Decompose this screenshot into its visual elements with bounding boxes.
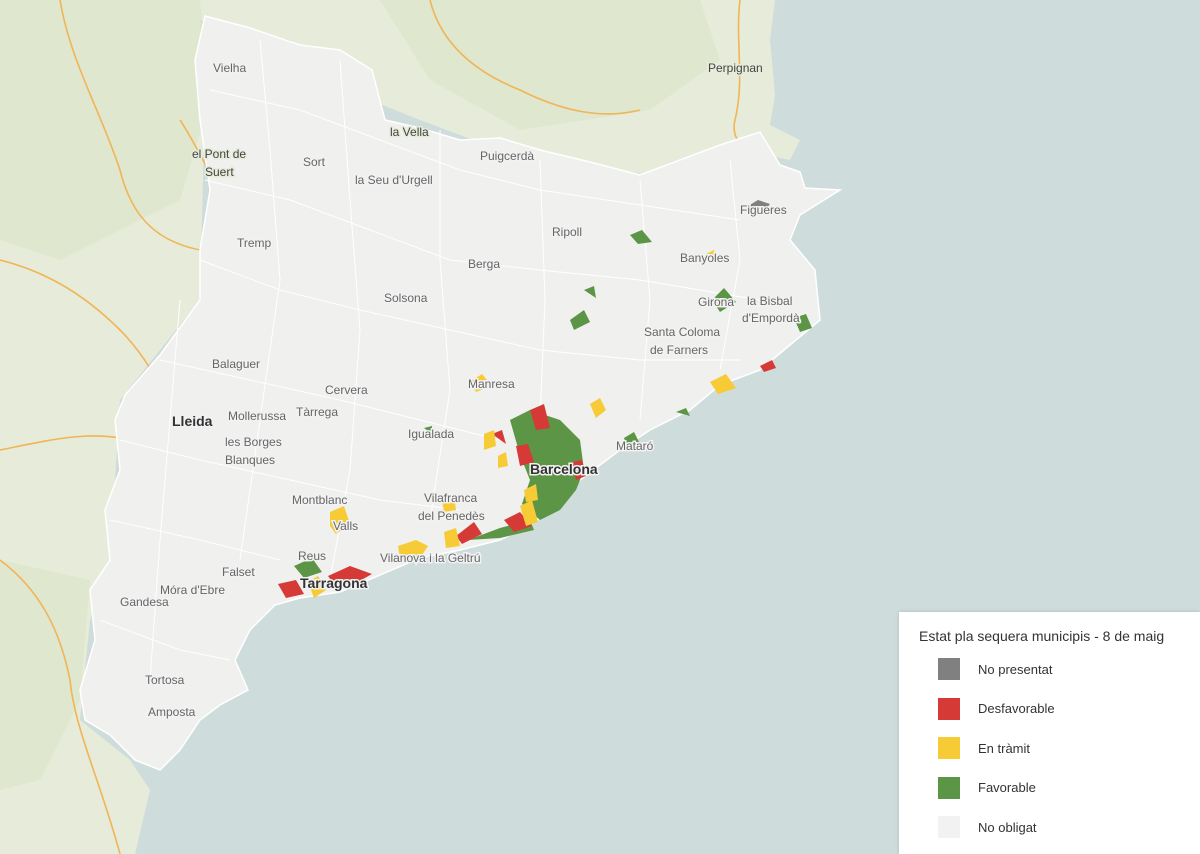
place-label: Reus [298,549,326,563]
legend-swatch [938,697,960,720]
place-label: Manresa [468,377,515,391]
place-label: Valls [333,519,358,533]
legend-item-no-obligat: No obligat [919,816,1180,838]
place-label: Vilafranca [424,491,477,505]
place-label: Gandesa [120,595,169,609]
place-label: Suert [205,165,234,179]
place-label: Barcelona [530,461,598,477]
legend-swatch [938,776,960,799]
place-label: Perpignan [708,61,763,75]
place-label: Tàrrega [296,405,338,419]
legend-label: No obligat [978,819,1037,835]
place-label: Girona [698,295,734,309]
place-label: Balaguer [212,357,260,371]
legend-label: No presentat [978,661,1053,677]
place-label: del Penedès [418,509,485,523]
place-label: Vilanova i la Geltrú [380,551,481,565]
place-label: Banyoles [680,251,729,265]
legend-swatch [938,816,960,838]
place-label: Montblanc [292,493,347,507]
place-label: Sort [303,155,326,169]
legend-swatch [938,737,960,759]
place-label: Ripoll [552,225,582,239]
map-legend: Estat pla sequera municipis - 8 de maig … [899,612,1200,854]
place-label: la Vella [390,125,429,139]
place-label: Amposta [148,705,196,719]
legend-title: Estat pla sequera municipis - 8 de maig [919,628,1165,644]
place-label: Mollerussa [228,409,286,423]
place-label: Móra d'Ebre [160,583,225,597]
legend-label: Desfavorable [978,701,1055,716]
place-label: de Farners [650,343,708,357]
place-label: Igualada [408,427,454,441]
legend-item-favorable: Favorable [919,776,1180,799]
place-label: Cervera [325,383,368,397]
place-label: Berga [468,257,500,271]
place-label: el Pont de [192,147,246,161]
place-label: les Borges [225,435,282,449]
place-label: Mataró [616,439,654,453]
legend-swatch [938,658,960,680]
legend-label: Favorable [978,780,1036,795]
place-label: Lleida [172,413,213,429]
place-label: la Bisbal [747,294,792,308]
place-label: Tarragona [300,575,368,591]
place-label: d'Empordà [742,311,800,325]
place-label: Blanques [225,453,275,467]
legend-item-no-presentat: No presentat [919,658,1180,680]
place-label: Falset [222,565,255,579]
place-label: Figueres [740,203,787,217]
place-label: Tremp [237,236,272,250]
place-label: Puigcerdà [480,149,534,163]
place-label: Solsona [384,291,428,305]
place-label: Vielha [213,61,246,75]
legend-item-desfavorable: Desfavorable [919,697,1180,720]
place-label: Tortosa [145,673,185,687]
place-label: la Seu d'Urgell [355,173,433,187]
legend-item-en-tramit: En tràmit [919,737,1180,759]
legend-label: En tràmit [978,740,1031,756]
place-label: Santa Coloma [644,325,720,339]
